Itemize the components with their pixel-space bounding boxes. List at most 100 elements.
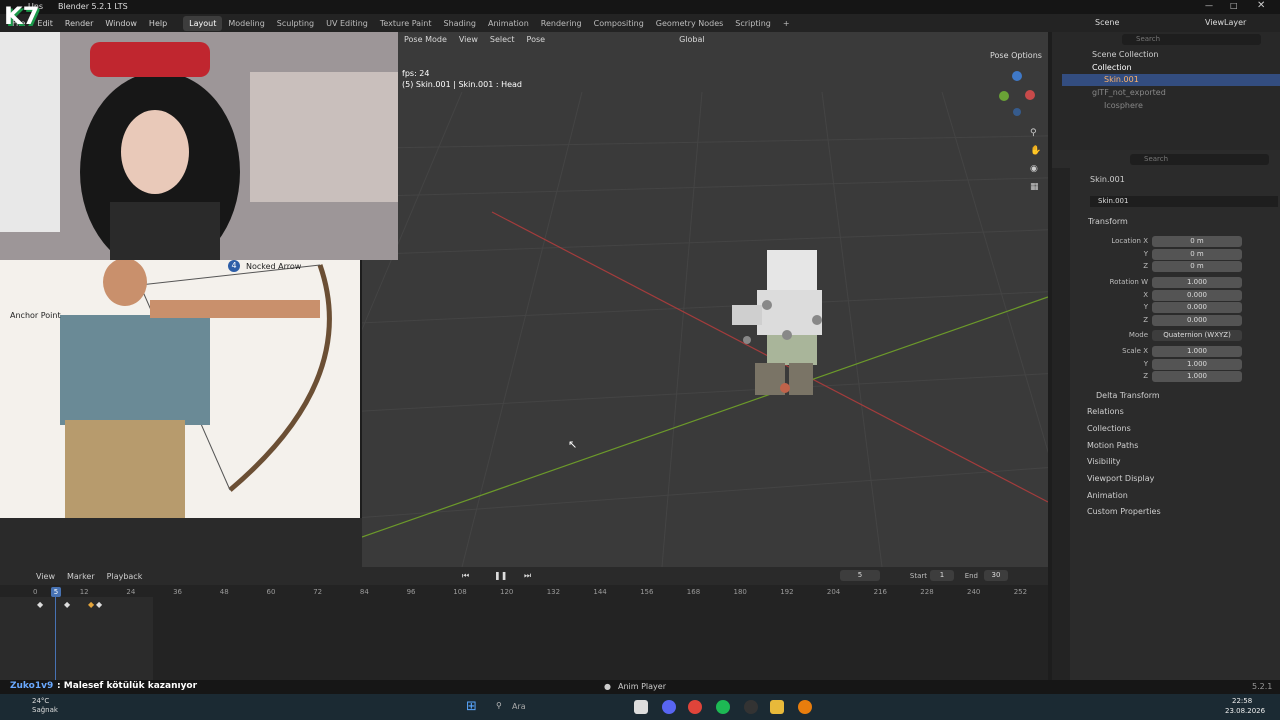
obs-icon[interactable] (744, 700, 758, 714)
keyframe-icon[interactable]: ◆ (64, 600, 70, 609)
anim-player-label[interactable]: Anim Player (618, 682, 666, 691)
viewport-menu-select[interactable]: Select (484, 35, 521, 44)
character-model[interactable] (727, 245, 837, 405)
timeline-menu-playback[interactable]: Playback (101, 572, 149, 581)
tab-scripting[interactable]: Scripting (729, 16, 777, 31)
tab-layout[interactable]: Layout (183, 15, 223, 31)
outliner-collection[interactable]: Collection (1092, 63, 1132, 72)
orientation-dropdown[interactable]: Global (673, 35, 711, 44)
minimize-icon[interactable]: — (1205, 1, 1213, 10)
outliner-icosphere[interactable]: Icosphere (1104, 101, 1143, 110)
tab-rendering[interactable]: Rendering (535, 16, 588, 31)
tab-modeling[interactable]: Modeling (222, 16, 270, 31)
tab-sculpting[interactable]: Sculpting (271, 16, 320, 31)
object-data-field[interactable]: Skin.001 (1090, 196, 1278, 207)
timeline-tick-label: 36 (173, 588, 183, 596)
taskbar-search-icon[interactable]: ⚲ (496, 701, 502, 710)
viewport-menu-pose[interactable]: Pose (521, 35, 552, 44)
tab-texture-paint[interactable]: Texture Paint (374, 16, 438, 31)
grid-view-icon[interactable]: ▦ (1030, 182, 1039, 192)
rotation-y-field[interactable]: 0.000 (1152, 302, 1242, 313)
file-explorer-icon[interactable] (770, 700, 784, 714)
properties-search[interactable]: Search (1130, 154, 1269, 165)
tab-geometry-nodes[interactable]: Geometry Nodes (650, 16, 729, 31)
timeline-tick-label: 216 (873, 588, 887, 596)
pause-icon[interactable]: ❚❚ (494, 571, 507, 580)
zoom-icon[interactable]: ⚲ (1030, 128, 1037, 138)
outliner-search[interactable]: Search (1122, 34, 1261, 45)
section-custom-properties[interactable]: Custom Properties (1087, 507, 1161, 516)
tab-shading[interactable]: Shading (437, 16, 482, 31)
timeline-tick-label: 108 (453, 588, 467, 596)
pan-hand-icon[interactable]: ✋ (1030, 146, 1041, 156)
section-animation[interactable]: Animation (1087, 491, 1128, 500)
section-visibility[interactable]: Visibility (1087, 457, 1121, 466)
view-layer-name[interactable]: ViewLayer (1205, 18, 1246, 27)
tab-uv-editing[interactable]: UV Editing (320, 16, 374, 31)
spotify-icon[interactable] (716, 700, 730, 714)
chrome-icon[interactable] (688, 700, 702, 714)
outliner-selected-row[interactable] (1062, 74, 1280, 86)
start-frame-field[interactable]: 1 (930, 570, 954, 581)
rotation-w-field[interactable]: 1.000 (1152, 277, 1242, 288)
tab-animation[interactable]: Animation (482, 16, 535, 31)
timeline-tick-label: 48 (219, 588, 229, 596)
timeline-menu-marker[interactable]: Marker (61, 572, 101, 581)
end-frame-field[interactable]: 30 (984, 570, 1008, 581)
rotation-z-field[interactable]: 0.000 (1152, 315, 1242, 326)
pose-options-button[interactable]: Pose Options (990, 51, 1042, 60)
menu-help[interactable]: Help (143, 19, 173, 28)
jump-end-icon[interactable]: ⏭ (524, 571, 531, 581)
scene-name[interactable]: Scene (1095, 18, 1119, 27)
window-title: Blender 5.2.1 LTS (58, 2, 128, 11)
rotation-x-field[interactable]: 0.000 (1152, 290, 1242, 301)
task-view-icon[interactable] (634, 700, 648, 714)
taskbar-search[interactable]: Ara (512, 702, 526, 711)
transform-header[interactable]: Transform (1088, 217, 1128, 226)
current-frame-field[interactable]: 5 (840, 570, 880, 581)
rotation-mode-dropdown[interactable]: Quaternion (WXYZ) (1152, 330, 1242, 341)
current-frame-marker[interactable]: 5 (51, 587, 61, 597)
windows-start-icon[interactable]: ⊞ (466, 699, 477, 714)
discord-icon[interactable] (662, 700, 676, 714)
timeline-tick-label: 252 (1013, 588, 1028, 596)
outliner-scene-collection[interactable]: Scene Collection (1092, 50, 1159, 59)
timeline-menu-view[interactable]: View (30, 572, 61, 581)
menu-render[interactable]: Render (59, 19, 99, 28)
keyframe-icon[interactable]: ◆ (88, 600, 94, 609)
location-x-field[interactable]: 0 m (1152, 236, 1242, 247)
maximize-icon[interactable]: □ (1230, 1, 1238, 10)
camera-icon[interactable]: ◉ (1030, 164, 1038, 174)
weather-text: Sağnak (32, 706, 58, 714)
tab-compositing[interactable]: Compositing (588, 16, 650, 31)
section-relations[interactable]: Relations (1087, 407, 1124, 416)
scale-z-field[interactable]: 1.000 (1152, 371, 1242, 382)
jump-start-icon[interactable]: ⏮ (462, 571, 469, 581)
location-z-field[interactable]: 0 m (1152, 261, 1242, 272)
outliner-gltf[interactable]: glTF_not_exported (1092, 88, 1166, 97)
timeline-tick-label: 120 (500, 588, 514, 596)
viewport-menu-view[interactable]: View (453, 35, 484, 44)
weather-temp: 24°C (32, 697, 50, 705)
scale-y-field[interactable]: 1.000 (1152, 359, 1242, 370)
section-collections[interactable]: Collections (1087, 424, 1131, 433)
outliner-skin[interactable]: Skin.001 (1104, 75, 1139, 84)
3d-viewport[interactable]: ↖ (362, 32, 1048, 567)
menu-window[interactable]: Window (99, 19, 143, 28)
scale-x-field[interactable]: 1.000 (1152, 346, 1242, 357)
add-workspace-button[interactable]: + (777, 16, 796, 31)
section-viewport-display[interactable]: Viewport Display (1087, 474, 1154, 483)
section-motion-paths[interactable]: Motion Paths (1087, 441, 1138, 450)
location-y-field[interactable]: 0 m (1152, 249, 1242, 260)
mouse-cursor: ↖ (568, 438, 578, 451)
navigation-gizmo[interactable] (995, 68, 1039, 118)
playhead-line[interactable] (55, 587, 56, 680)
mode-dropdown[interactable]: Pose Mode (398, 35, 453, 44)
properties-tabs[interactable] (1052, 168, 1070, 680)
mode-label: Mode (1128, 331, 1148, 339)
close-icon[interactable]: ✕ (1257, 0, 1265, 11)
keyframe-icon[interactable]: ◆ (96, 600, 102, 609)
section-delta-transform[interactable]: Delta Transform (1096, 391, 1160, 400)
blender-icon[interactable] (798, 700, 812, 714)
keyframe-icon[interactable]: ◆ (37, 600, 43, 609)
